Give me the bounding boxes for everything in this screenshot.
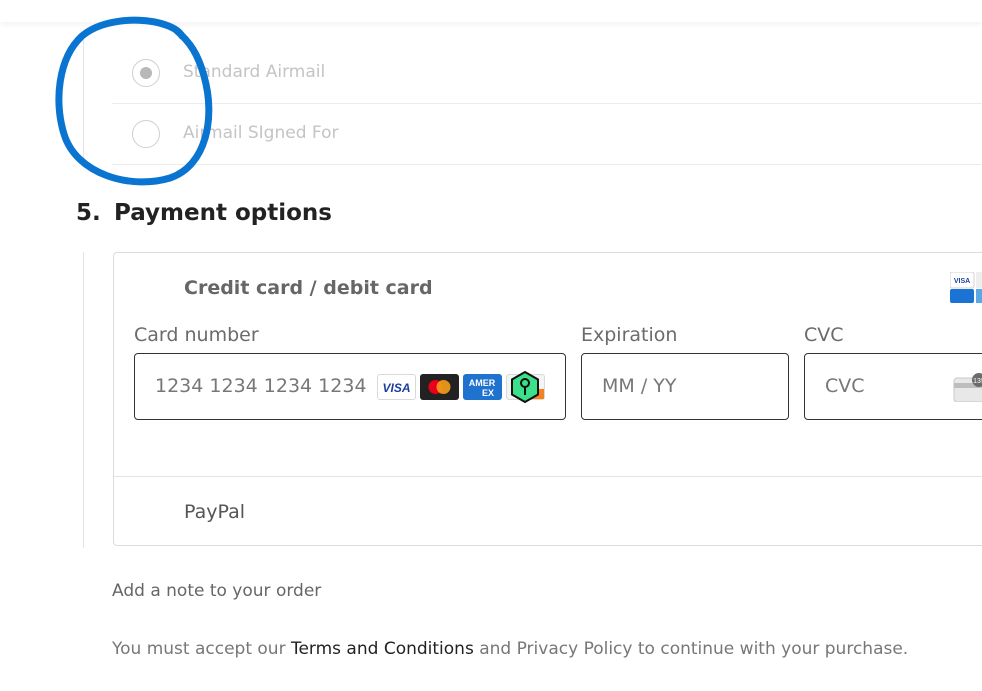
shipping-option-airmail-signed-for[interactable]: Airmail SIgned For: [112, 104, 982, 165]
payment-step-heading: 5. Payment options: [76, 200, 332, 226]
card-corner-visa-text: VISA: [954, 278, 970, 285]
card-number-input[interactable]: 1234 1234 1234 1234 VISA AMER EX: [134, 353, 566, 420]
annotation-circle: [55, 16, 213, 186]
cvc-input[interactable]: CVC 135: [804, 353, 982, 420]
add-note-link[interactable]: Add a note to your order: [112, 581, 321, 601]
terms-middle: and: [473, 639, 517, 659]
expiration-input[interactable]: MM / YY: [581, 353, 789, 420]
step-title: Payment options: [114, 200, 332, 226]
card-brands-icon: VISA: [950, 272, 982, 303]
visa-icon: VISA: [377, 374, 416, 400]
terms-suffix: to continue with your purchase.: [632, 639, 909, 659]
terms-prefix: You must accept our: [112, 639, 291, 659]
amex-logo-text-top: AMER: [469, 378, 496, 388]
privacy-policy-link[interactable]: Privacy Policy: [517, 639, 633, 659]
cvc-label: CVC: [804, 324, 844, 346]
expiration-placeholder: MM / YY: [602, 375, 677, 397]
card-number-label: Card number: [134, 324, 259, 346]
paypal-option-label[interactable]: PayPal: [184, 501, 245, 523]
payment-option-divider: [114, 476, 982, 477]
expiration-label: Expiration: [581, 324, 678, 346]
amex-logo-text-bottom: EX: [482, 388, 494, 398]
shipping-option-standard-airmail[interactable]: Standard Airmail: [112, 43, 982, 104]
card-number-placeholder: 1234 1234 1234 1234: [155, 375, 367, 397]
cvc-card-icon: 135: [953, 373, 982, 402]
payment-divider-line: [83, 252, 84, 548]
visa-logo-text: VISA: [382, 381, 410, 395]
cvc-placeholder: CVC: [825, 375, 865, 397]
terms-notice: You must accept our Terms and Conditions…: [112, 639, 908, 659]
step-number: 5.: [76, 200, 101, 226]
password-manager-key-icon[interactable]: [509, 371, 541, 403]
terms-and-conditions-link[interactable]: Terms and Conditions: [291, 639, 474, 659]
mastercard-icon: [420, 374, 459, 400]
credit-card-option-title[interactable]: Credit card / debit card: [184, 277, 433, 299]
amex-icon: AMER EX: [463, 374, 502, 400]
cvc-badge-text: 135: [973, 378, 982, 385]
